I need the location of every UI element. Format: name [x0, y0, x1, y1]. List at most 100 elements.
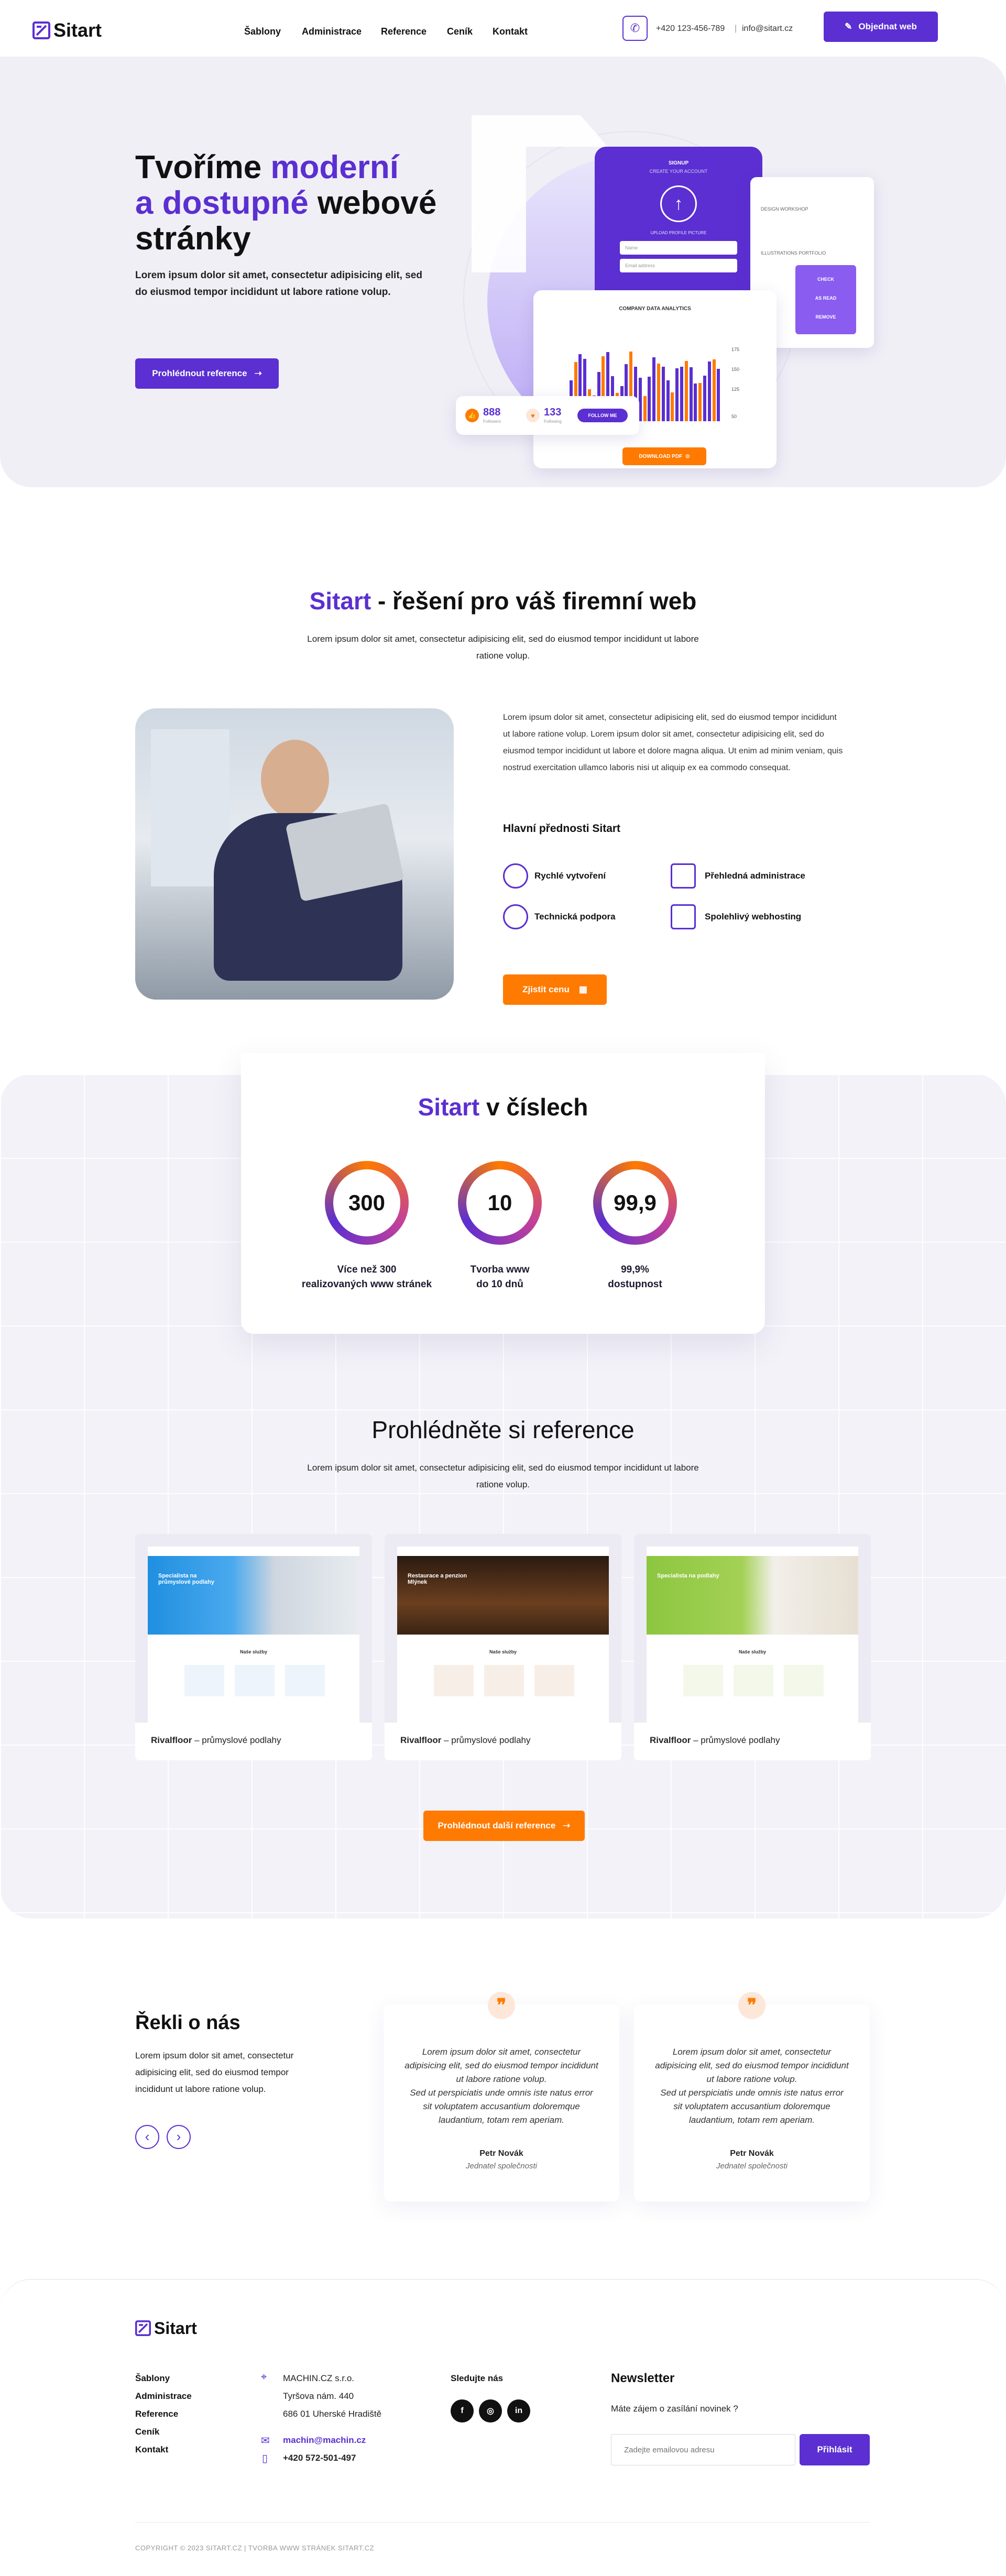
stats-title-brand: Sitart [418, 1093, 480, 1121]
footer-company: MACHIN.CZ s.r.o. [283, 2373, 355, 2383]
more-references-button[interactable]: Prohlédnout další reference ➝ [423, 1811, 585, 1841]
email-input: Email address [620, 259, 737, 272]
testimonials-lead: Lorem ipsum dolor sit amet, consectetur … [135, 2051, 294, 2094]
features-title: Hlavní přednosti Sitart [503, 823, 621, 835]
stats-title-rest: v číslech [479, 1093, 588, 1121]
quote-icon: ❞ [488, 1992, 515, 2019]
event-menu: CHECK AS READ REMOVE [795, 265, 856, 334]
follow-us: Sledujte nás [451, 2373, 504, 2383]
follow-button: FOLLOW ME [577, 409, 628, 422]
stat-ring-300: 300 [325, 1161, 409, 1245]
price-label: Zjistit cenu [522, 984, 570, 994]
next-button[interactable]: › [167, 2125, 191, 2149]
reference-desc: – průmyslové podlahy [192, 1735, 281, 1745]
reference-card-2[interactable]: Restaurace a penzion Mlýnek Naše služby … [385, 1534, 621, 1760]
order-web-label: Objednat web [858, 21, 917, 31]
mock-chart-bar [671, 392, 674, 421]
stat-value-999: 99,9 [602, 1169, 669, 1236]
mock-chart-bar [661, 367, 665, 421]
stat-ring-10: 10 [458, 1161, 542, 1245]
nav-kontakt[interactable]: Kontakt [493, 26, 528, 37]
nav-administrace[interactable]: Administrace [302, 26, 362, 37]
phone-icon: ▯ [262, 2453, 268, 2464]
stat-value-300: 300 [333, 1169, 400, 1236]
hero-references-label: Prohlédnout reference [152, 368, 247, 378]
heart-icon: ♥ [526, 409, 540, 422]
menu-check: CHECK [817, 277, 834, 282]
reference-screenshot: Specialista na průmyslové podlahy Naše s… [148, 1547, 359, 1723]
shot-box-3 [784, 1665, 824, 1696]
footer-logo-text: Sitart [154, 2318, 197, 2338]
stats-card: Sitart v číslech 300 Více než 300 realiz… [241, 1053, 765, 1334]
order-web-button[interactable]: ✎ Objednat web [824, 12, 938, 42]
instagram-icon[interactable]: ◎ [479, 2399, 502, 2422]
nav-cenik[interactable]: Ceník [447, 26, 473, 37]
footer-link-cenik[interactable]: Ceník [135, 2427, 159, 2437]
footer-link-administrace[interactable]: Administrace [135, 2391, 192, 2402]
prev-button[interactable]: ‹ [135, 2125, 159, 2149]
shot-box-1 [434, 1665, 474, 1696]
logo-text: Sitart [53, 19, 102, 41]
hearts-label: Following [544, 419, 562, 424]
linkedin-icon[interactable]: in [507, 2399, 530, 2422]
reference-card-3[interactable]: Specialista na podlahy Naše služby Rival… [634, 1534, 871, 1760]
logo[interactable]: Sitart [32, 19, 102, 42]
menu-remove: REMOVE [815, 314, 836, 320]
server-icon [671, 904, 696, 929]
header-email[interactable]: info@sitart.cz [742, 24, 793, 34]
facebook-icon[interactable]: f [451, 2399, 474, 2422]
testimonial-role: Jednatel společnosti [466, 2162, 537, 2171]
shot-box-1 [683, 1665, 723, 1696]
footer-link-sablony[interactable]: Šablony [135, 2373, 170, 2384]
hero-title-3: stránky [135, 221, 251, 257]
reference-desc: – průmyslové podlahy [441, 1735, 531, 1745]
shot-hero [148, 1556, 359, 1635]
mock-chart-bar [680, 367, 683, 421]
shot-box-2 [734, 1665, 773, 1696]
shot-hero-text: Specialista na podlahy [657, 1573, 719, 1579]
footer-link-kontakt[interactable]: Kontakt [135, 2445, 168, 2455]
newsletter-submit-button[interactable]: Přihlásit [800, 2434, 870, 2465]
header-phone[interactable]: +420 123-456-789 [656, 24, 725, 34]
shot-hero [397, 1556, 609, 1635]
mock-chart-bar [648, 377, 651, 421]
arrow-right-icon: ➝ [563, 1821, 571, 1830]
shot-section: Naše služby [489, 1649, 517, 1654]
nav-reference[interactable]: Reference [381, 26, 427, 37]
shot-box-2 [484, 1665, 524, 1696]
mock-chart-bar [643, 396, 647, 421]
feature-fast: Rychlé vytvoření [534, 871, 606, 881]
nav-sablony[interactable]: Šablony [244, 26, 281, 37]
footer-street: Tyršova nám. 440 [283, 2391, 354, 2401]
quote-icon: ❞ [738, 1992, 766, 2019]
about-title-brand: Sitart [309, 587, 371, 615]
price-button[interactable]: Zjistit cenu ▦ [503, 974, 607, 1005]
mock-chart-bar [666, 380, 670, 421]
mock-chart-bar [698, 383, 702, 421]
footer-email[interactable]: machin@machin.cz [283, 2435, 366, 2446]
hero-title-2b: webové [308, 185, 437, 221]
hero-lead: Lorem ipsum dolor sit amet, consectetur … [135, 270, 422, 298]
map-pin-icon: ⌖ [261, 2371, 267, 2383]
testimonial-role: Jednatel společnosti [716, 2162, 788, 2171]
hero-title-2a: a dostupné [135, 185, 309, 221]
footer-logo[interactable]: Sitart [135, 2318, 197, 2339]
feature-support: Technická podpora [534, 912, 616, 922]
feature-admin: Přehledná administrace [705, 871, 805, 881]
shot-box-2 [235, 1665, 275, 1696]
shot-box-3 [285, 1665, 325, 1696]
shot-hero-text: Specialista na průmyslové podlahy [158, 1573, 214, 1585]
newsletter-email-input[interactable] [611, 2434, 795, 2465]
footer-copyright: COPYRIGHT © 2023 SITART.CZ | TVORBA WWW … [135, 2544, 375, 2552]
about-title: Sitart - řešení pro váš firemní web [0, 587, 1006, 615]
feature-hosting: Spolehlivý webhosting [705, 912, 802, 922]
name-input: Name [620, 241, 737, 255]
footer-phone[interactable]: +420 572-501-497 [283, 2453, 356, 2463]
social-card: 👍 888 Followers ♥ 133 Following FOLLOW M… [456, 396, 639, 435]
testimonial-card-1: ❞ Lorem ipsum dolor sit amet, consectetu… [384, 1992, 619, 2201]
reference-card-1[interactable]: Specialista na průmyslové podlahy Naše s… [135, 1534, 372, 1760]
hero-references-button[interactable]: Prohlédnout reference ➝ [135, 358, 279, 389]
header-separator: | [735, 24, 737, 33]
stat-value-10: 10 [466, 1169, 533, 1236]
footer-link-reference[interactable]: Reference [135, 2409, 178, 2419]
